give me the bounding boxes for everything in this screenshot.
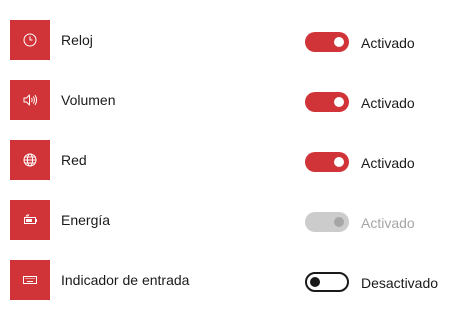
- volume-icon-tile: [10, 80, 50, 120]
- clock-icon: [23, 33, 37, 47]
- item-label: Reloj: [61, 32, 93, 48]
- network-icon-tile: [10, 140, 50, 180]
- list-item-volumen: Volumen Activado: [0, 80, 450, 120]
- item-label: Indicador de entrada: [61, 272, 190, 288]
- list-item-reloj: Reloj Activado: [0, 20, 450, 60]
- battery-icon: [24, 214, 37, 224]
- toggle-energia: [305, 212, 349, 232]
- toggle-red[interactable]: [305, 152, 349, 172]
- network-globe-icon: [23, 153, 37, 167]
- toggle-knob: [334, 97, 344, 107]
- toggle-status: Activado: [361, 95, 415, 111]
- toggle-reloj[interactable]: [305, 32, 349, 52]
- toggle-volumen[interactable]: [305, 92, 349, 112]
- toggle-knob: [334, 37, 344, 47]
- toggle-status: Activado: [361, 35, 415, 51]
- list-item-indicador-de-entrada: Indicador de entrada Desactivado: [0, 260, 450, 300]
- item-label: Volumen: [61, 92, 116, 108]
- volume-icon: [23, 94, 38, 106]
- toggle-knob: [310, 277, 320, 287]
- list-item-red: Red Activado: [0, 140, 450, 180]
- toggle-status: Activado: [361, 215, 415, 231]
- keyboard-icon-tile: [10, 260, 50, 300]
- toggle-status: Activado: [361, 155, 415, 171]
- toggle-knob: [334, 157, 344, 167]
- keyboard-icon: [23, 276, 37, 284]
- clock-icon-tile: [10, 20, 50, 60]
- system-icons-list: Reloj Activado Volumen Activado Red Acti…: [0, 0, 450, 309]
- item-label: Energía: [61, 212, 111, 228]
- toggle-status: Desactivado: [361, 275, 439, 291]
- item-label: Red: [61, 152, 87, 168]
- toggle-knob: [334, 217, 344, 227]
- list-item-energia: Energía Activado: [0, 200, 450, 240]
- toggle-indicador-de-entrada[interactable]: [305, 272, 349, 292]
- battery-icon-tile: [10, 200, 50, 240]
